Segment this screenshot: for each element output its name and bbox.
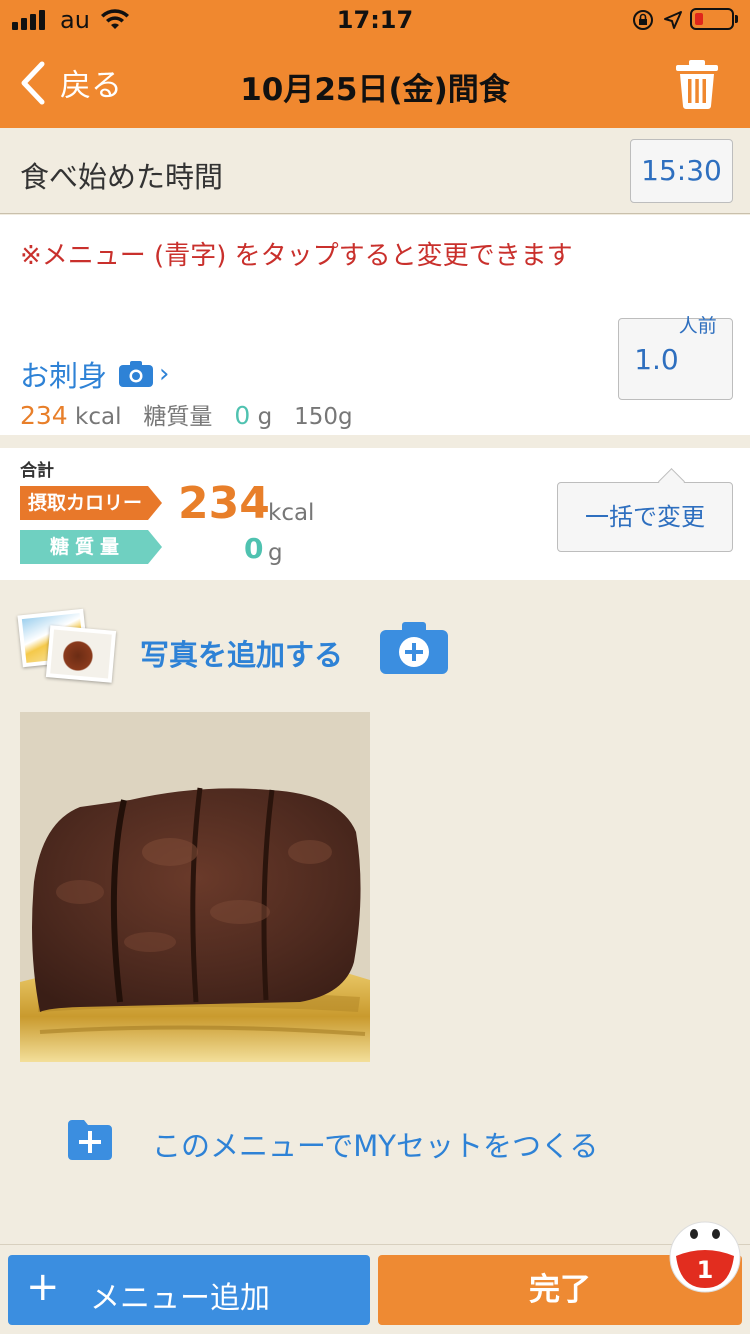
start-time-row: 食べ始めた時間 15:30 — [0, 128, 750, 214]
meal-photo[interactable] — [20, 712, 370, 1062]
photos-icon — [17, 608, 118, 688]
item-carb-value: 0 — [234, 401, 251, 430]
total-kcal-value: 234 — [178, 478, 270, 529]
menu-item-card: ※メニュー (青字) をタップすると変更できます お刺身 › 234 kcal … — [0, 215, 750, 435]
rotation-lock-icon — [633, 10, 653, 30]
item-carb-unit: g — [257, 404, 273, 430]
carb-tag: 糖質量 — [20, 530, 162, 564]
status-bar: au 17:17 — [0, 0, 750, 40]
nav-bar: 戻る 10月25日(金)間食 — [0, 40, 750, 128]
portion-unit: 人前 — [678, 315, 717, 337]
folder-plus-icon — [68, 1120, 112, 1160]
page-title: 10月25日(金)間食 — [240, 72, 510, 108]
plus-icon: + — [26, 1264, 60, 1310]
item-kcal-value: 234 — [20, 401, 68, 430]
bottom-bar: + メニュー追加 完了 — [0, 1244, 750, 1334]
total-carb-unit: g — [268, 540, 283, 566]
portion-value: 1.0 — [634, 343, 679, 376]
menu-item-name: お刺身 — [20, 359, 108, 393]
add-menu-label: メニュー追加 — [90, 1281, 270, 1316]
create-myset-button[interactable]: このメニューでMYセットをつくる — [68, 1118, 688, 1164]
chevron-right-icon: › — [159, 359, 170, 389]
add-menu-button[interactable]: + メニュー追加 — [8, 1255, 370, 1325]
total-kcal-unit: kcal — [268, 500, 315, 526]
notification-count: 1 — [697, 1256, 714, 1284]
portion-button[interactable]: 1.0 人前 — [618, 315, 733, 400]
totals-panel: 合計 摂取カロリー 糖質量 234 kcal 0 g 一括で変更 — [0, 448, 750, 580]
location-arrow-icon — [664, 11, 682, 29]
trash-icon[interactable] — [672, 58, 722, 110]
start-time-label: 食べ始めた時間 — [20, 160, 224, 194]
total-carb-value: 0 — [244, 532, 264, 565]
item-weight: 150g — [294, 404, 353, 430]
calorie-tag: 摂取カロリー — [20, 486, 162, 520]
add-photo-button[interactable]: 写真を追加する — [17, 608, 458, 688]
start-time-button[interactable]: 15:30 — [630, 139, 733, 203]
menu-item-link[interactable]: お刺身 › — [20, 353, 169, 395]
mascot-notification-icon[interactable]: 1 — [668, 1220, 742, 1294]
battery-icon — [690, 8, 738, 30]
edit-notice: ※メニュー (青字) をタップすると変更できます — [20, 241, 573, 271]
menu-item-nutrition: 234 kcal 糖質量 0 g 150g — [20, 397, 353, 431]
camera-plus-icon — [380, 622, 448, 674]
camera-icon — [119, 361, 154, 387]
chocolate-cake-image — [20, 712, 370, 1062]
item-kcal-unit: kcal — [75, 404, 122, 430]
add-photo-label: 写真を追加する — [140, 638, 344, 672]
item-carb-label: 糖質量 — [143, 404, 213, 430]
totals-header: 合計 — [20, 461, 54, 481]
create-myset-label: このメニューでMYセットをつくる — [152, 1129, 599, 1163]
bulk-change-button[interactable]: 一括で変更 — [557, 482, 733, 552]
